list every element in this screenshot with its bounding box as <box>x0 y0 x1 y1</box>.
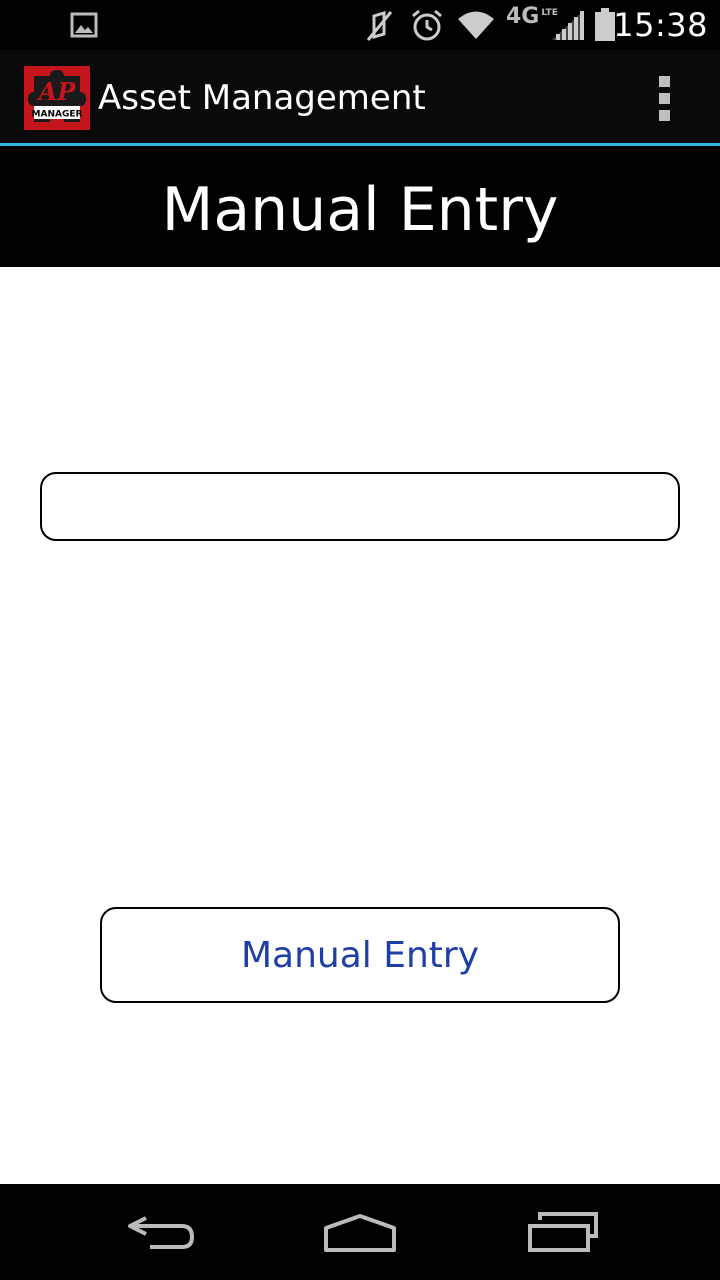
signal-icon <box>552 10 584 40</box>
overflow-dot <box>658 76 670 87</box>
app-logo-icon[interactable]: AP MANAGER <box>24 66 90 130</box>
home-icon[interactable] <box>322 1206 398 1256</box>
recent-apps-icon[interactable] <box>526 1206 600 1256</box>
alarm-icon <box>412 9 442 41</box>
manual-entry-button[interactable]: Manual Entry <box>100 907 620 1003</box>
wifi-icon <box>458 11 494 39</box>
page-header: Manual Entry <box>0 146 720 267</box>
gallery-notification-icon <box>70 12 98 38</box>
status-clock: 15:38 <box>613 6 708 44</box>
overflow-dot <box>658 93 670 104</box>
mute-icon <box>366 10 393 41</box>
network-label: 4G <box>506 4 540 29</box>
action-bar: AP MANAGER Asset Management <box>0 50 720 146</box>
overflow-dot <box>658 110 670 121</box>
app-title: Asset Management <box>98 78 426 118</box>
back-icon[interactable] <box>124 1206 196 1256</box>
asset-entry-input[interactable] <box>40 472 680 541</box>
status-bar: 4G LTE 15:38 <box>0 0 720 50</box>
navigation-bar <box>0 1184 720 1280</box>
page-title: Manual Entry <box>161 175 559 245</box>
logo-text: AP <box>37 77 77 106</box>
logo-caption: MANAGER <box>32 110 83 120</box>
overflow-menu-icon[interactable] <box>652 76 676 122</box>
